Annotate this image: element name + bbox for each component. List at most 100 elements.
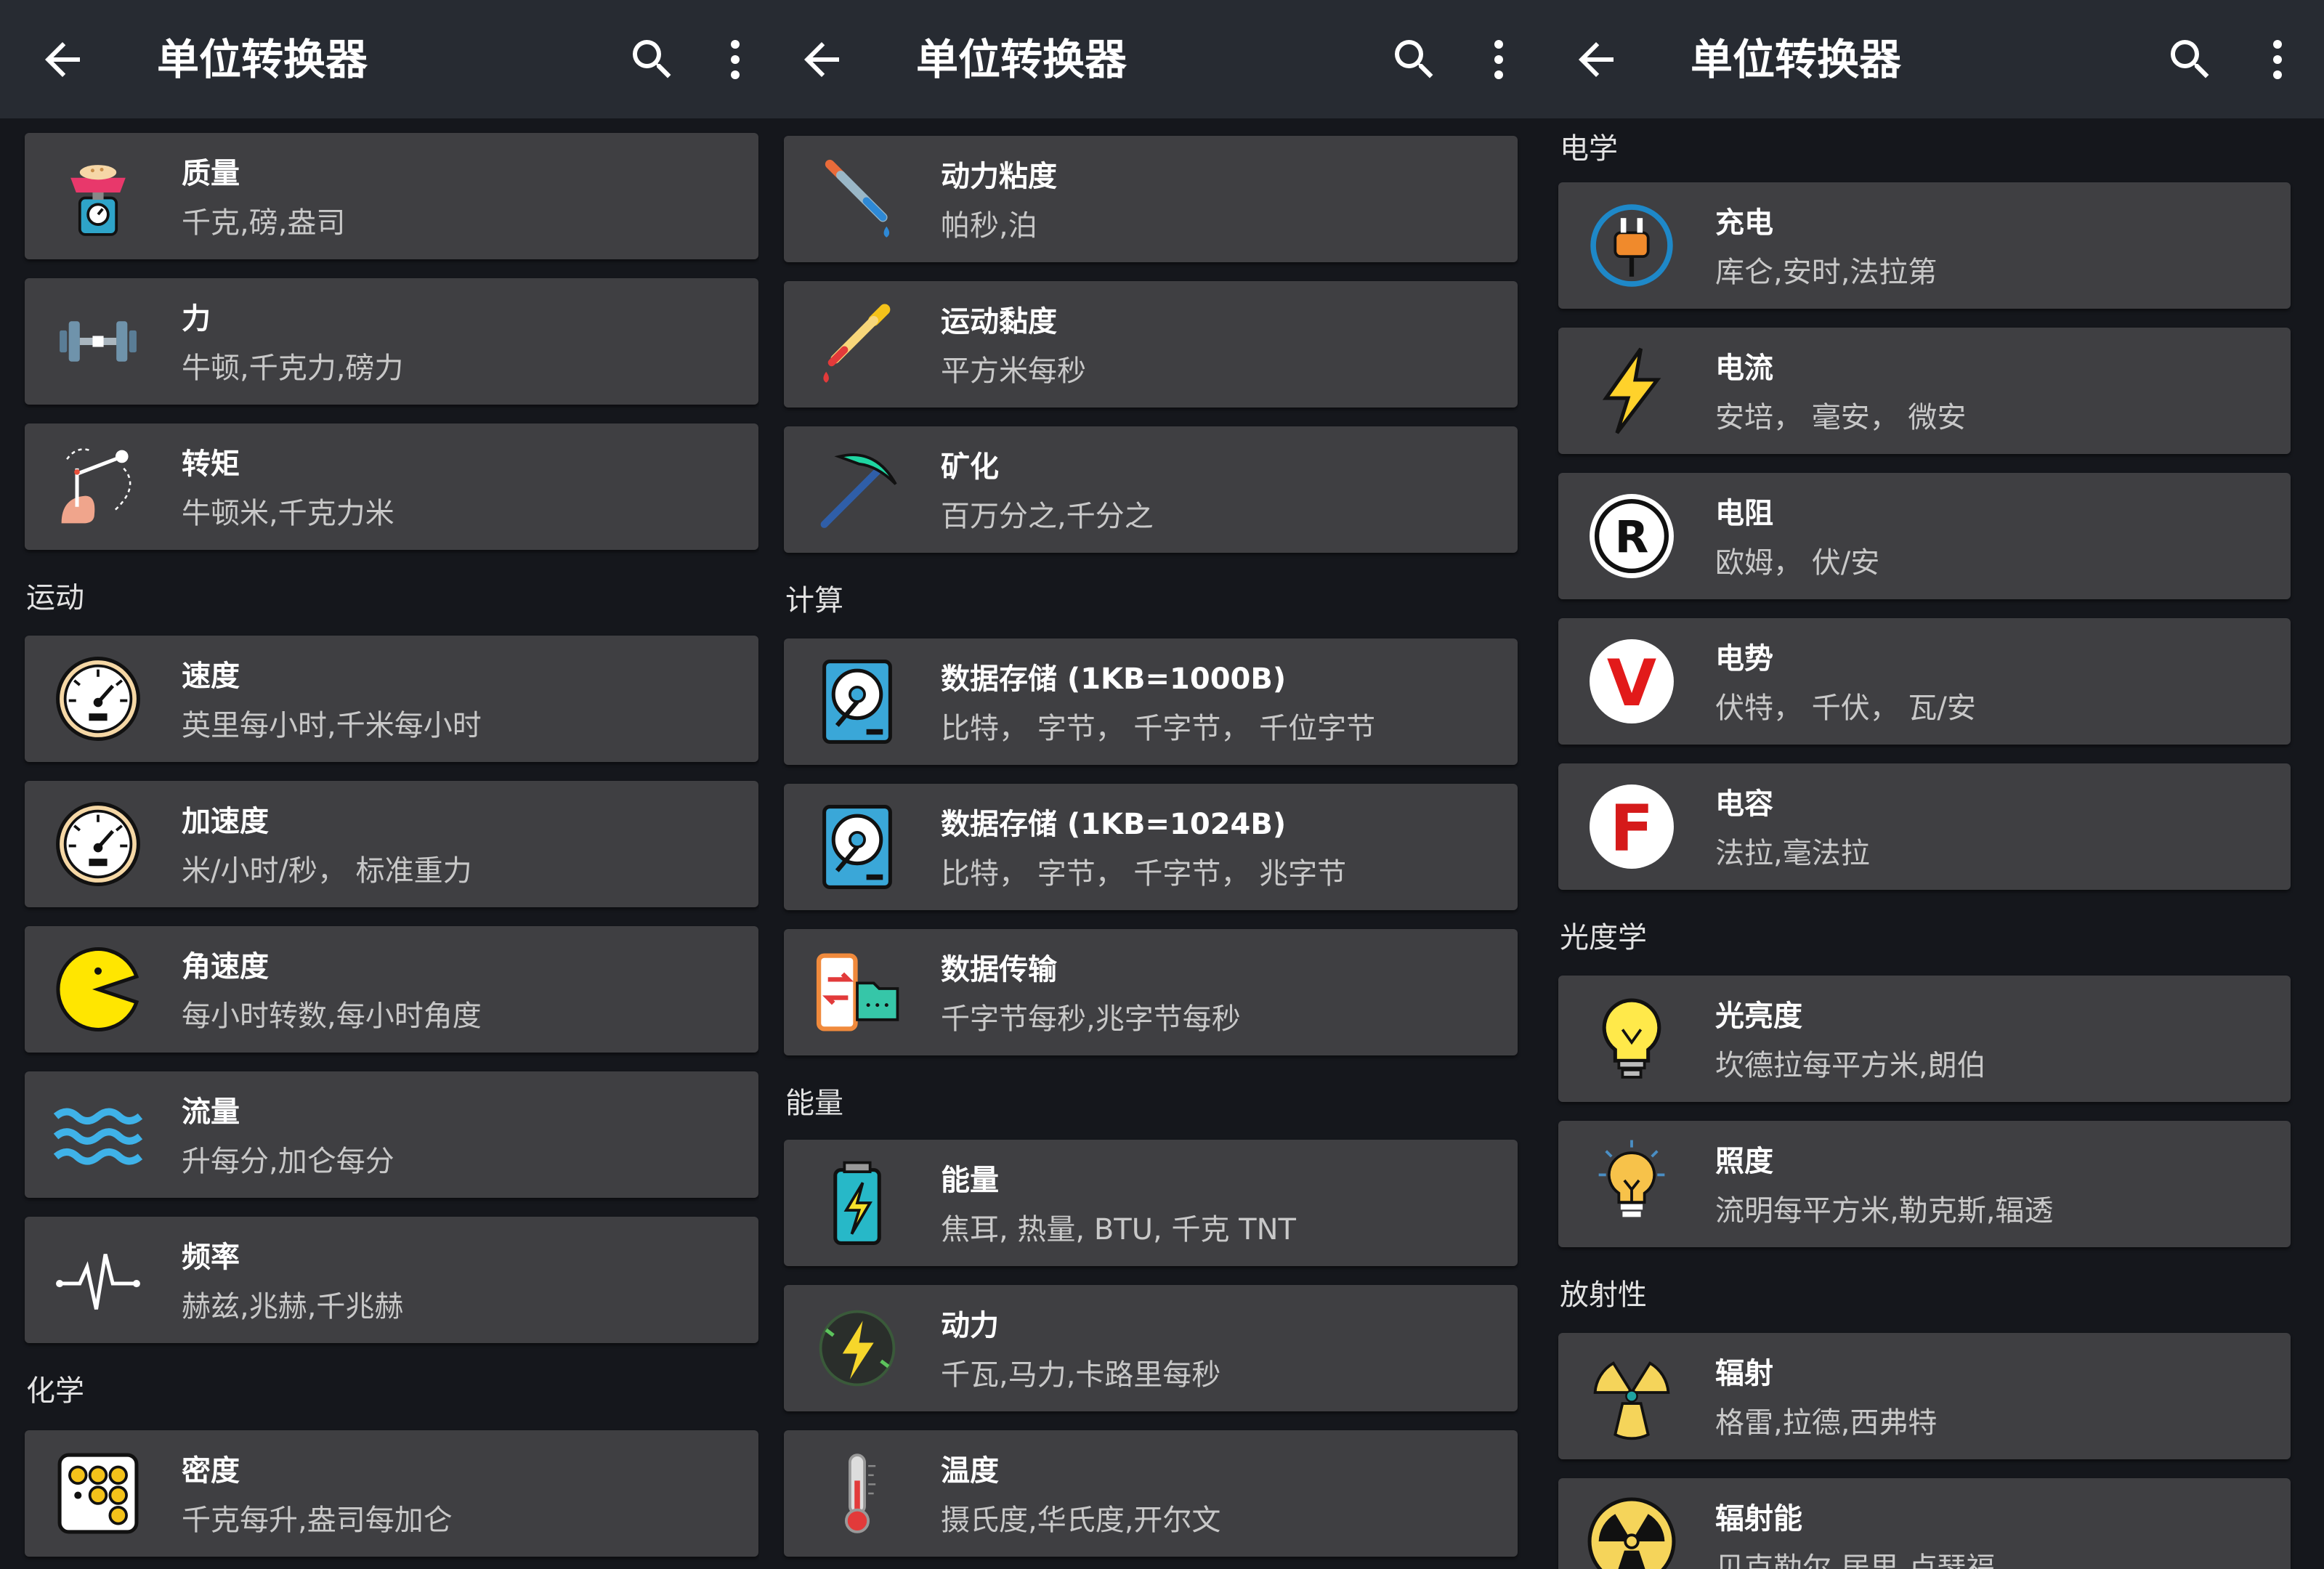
converter-name: 频率 (182, 1241, 240, 1274)
converter-card[interactable]: 运动黏度 平方米每秒 (784, 281, 1518, 408)
back-arrow-icon[interactable] (36, 33, 89, 86)
converter-units: 升每分,加仑每分 (182, 1145, 394, 1178)
converter-units: 坎德拉每平方米,朗伯 (1715, 1049, 1986, 1082)
converter-list: 动力粘度 帕秒,泊 运动黏度 平方米每秒 矿化 百万分之,千分之 计算 数据存储… (759, 118, 1534, 1569)
converter-name: 温度 (941, 1454, 999, 1488)
converter-units: 牛顿米,千克力米 (182, 497, 394, 530)
converter-card[interactable]: 速度 英里每小时,千米每小时 (25, 636, 758, 762)
section-header: 计算 (785, 584, 843, 617)
converter-card[interactable]: 数据存储 (1KB=1024B) 比特， 字节， 千字节， 兆字节 (784, 784, 1518, 910)
converter-name: 加速度 (182, 805, 269, 838)
converter-card[interactable]: 角速度 每小时转数,每小时角度 (25, 926, 758, 1053)
converter-units: 安培， 毫安， 微安 (1715, 401, 1967, 434)
converter-card[interactable]: 电流 安培， 毫安， 微安 (1558, 328, 2291, 454)
converter-card[interactable]: 密度 千克每升,盎司每加仑 (25, 1430, 758, 1557)
converter-name: 转矩 (182, 447, 240, 481)
converter-units: 焦耳, 热量, BTU, 千克 TNT (941, 1213, 1296, 1246)
converter-units: 牛顿,千克力,磅力 (182, 352, 404, 385)
dropper-red-icon (811, 299, 903, 390)
radiation-icon (1586, 1350, 1677, 1442)
section-header: 放射性 (1560, 1278, 1647, 1312)
converter-name: 电容 (1715, 787, 1773, 821)
svg-text:R: R (1615, 513, 1649, 564)
more-options-icon[interactable] (709, 33, 759, 86)
converter-name: 数据存储 (1KB=1000B) (941, 662, 1287, 696)
more-options-icon[interactable] (2251, 33, 2304, 86)
converter-units: 格雷,拉德,西弗特 (1715, 1406, 1938, 1440)
screen-2: 单位转换器 动力粘度 帕秒,泊 运动黏度 平方米每秒 矿化 百万分之,千分之 计… (759, 0, 1534, 1569)
converter-units: 比特， 字节， 千字节， 兆字节 (941, 857, 1347, 891)
converter-name: 辐射能 (1715, 1502, 1802, 1536)
converter-name: 电阻 (1715, 497, 1773, 530)
converter-card[interactable]: 矿化 百万分之,千分之 (784, 426, 1518, 553)
converter-card[interactable]: 数据传输 千字节每秒,兆字节每秒 (784, 929, 1518, 1055)
section-header: 化学 (26, 1374, 84, 1408)
app-bar: 单位转换器 (1534, 0, 2324, 118)
back-arrow-icon[interactable] (795, 33, 848, 86)
converter-units: 库仑,安时,法拉第 (1715, 256, 1938, 289)
back-arrow-icon[interactable] (1570, 33, 1622, 86)
hard-disk-icon (811, 801, 903, 893)
r-badge-icon: R (1586, 490, 1677, 582)
converter-units: 流明每平方米,勒克斯,辐透 (1715, 1194, 2054, 1228)
page-title: 单位转换器 (916, 35, 1127, 84)
power-bolt-icon (811, 1302, 903, 1394)
converter-units: 比特， 字节， 千字节， 千位字节 (941, 712, 1376, 745)
screen-3: 单位转换器 电学 充电 库仑,安时,法拉第 电流 安培， 毫安， 微安 R 电阻… (1534, 0, 2324, 1569)
converter-card[interactable]: 质量 千克,磅,盎司 (25, 133, 758, 259)
converter-name: 密度 (182, 1454, 240, 1488)
thermometer-icon (811, 1448, 903, 1539)
converter-card[interactable]: 力 牛顿,千克力,磅力 (25, 278, 758, 405)
converter-card[interactable]: 动力 千瓦,马力,卡路里每秒 (784, 1285, 1518, 1411)
converter-card[interactable]: 动力粘度 帕秒,泊 (784, 136, 1518, 262)
converter-card[interactable]: 辐射能 贝克勒尔,居里,卢瑟福 (1558, 1478, 2291, 1569)
converter-units: 千克,磅,盎司 (182, 206, 346, 240)
page-title: 单位转换器 (1691, 35, 1902, 84)
converter-card[interactable]: F 电容 法拉,毫法拉 (1558, 763, 2291, 890)
converter-list: 电学 充电 库仑,安时,法拉第 电流 安培， 毫安， 微安 R 电阻 欧姆， 伏… (1534, 118, 2324, 1569)
converter-card[interactable]: 能量 焦耳, 热量, BTU, 千克 TNT (784, 1140, 1518, 1266)
converter-card[interactable]: 温度 摄氏度,华氏度,开尔文 (784, 1430, 1518, 1557)
converter-units: 伏特， 千伏， 瓦/安 (1715, 692, 1976, 725)
pickaxe-icon (811, 444, 903, 535)
converter-name: 流量 (182, 1095, 240, 1129)
torque-icon (52, 441, 144, 532)
converter-card[interactable]: 转矩 牛顿米,千克力米 (25, 423, 758, 550)
unit-converter-screens: 单位转换器 质量 千克,磅,盎司 力 牛顿,千克力,磅力 转矩 牛顿米,千克力米… (0, 0, 2324, 1569)
waves-icon (52, 1089, 144, 1180)
search-icon[interactable] (626, 33, 679, 86)
converter-card[interactable]: 光亮度 坎德拉每平方米,朗伯 (1558, 976, 2291, 1102)
converter-name: 运动黏度 (941, 305, 1057, 338)
speedometer-icon (52, 653, 144, 745)
dumbbell-icon (52, 296, 144, 387)
converter-name: 照度 (1715, 1145, 1773, 1178)
more-options-icon[interactable] (1473, 33, 1525, 86)
page-title: 单位转换器 (157, 35, 368, 84)
converter-card[interactable]: 加速度 米/小时/秒， 标准重力 (25, 781, 758, 907)
converter-card[interactable]: 数据存储 (1KB=1000B) 比特， 字节， 千字节， 千位字节 (784, 638, 1518, 765)
converter-card[interactable]: 充电 库仑,安时,法拉第 (1558, 182, 2291, 309)
converter-units: 欧姆， 伏/安 (1715, 546, 1880, 580)
app-bar: 单位转换器 (759, 0, 1534, 118)
converter-card[interactable]: 辐射 格雷,拉德,西弗特 (1558, 1333, 2291, 1459)
converter-name: 动力粘度 (941, 160, 1057, 193)
converter-card[interactable]: 频率 赫兹,兆赫,千兆赫 (25, 1217, 758, 1343)
converter-units: 贝克勒尔,居里,卢瑟福 (1715, 1552, 1996, 1569)
f-badge-icon: F (1586, 781, 1677, 872)
converter-list: 质量 千克,磅,盎司 力 牛顿,千克力,磅力 转矩 牛顿米,千克力米 运动 速度… (0, 118, 759, 1569)
svg-text:V: V (1607, 646, 1656, 721)
converter-units: 每小时转数,每小时角度 (182, 1000, 482, 1033)
converter-card[interactable]: 流量 升每分,加仑每分 (25, 1071, 758, 1198)
data-transfer-icon (811, 946, 903, 1038)
converter-units: 米/小时/秒， 标准重力 (182, 854, 472, 888)
converter-units: 帕秒,泊 (941, 209, 1037, 243)
search-icon[interactable] (2164, 33, 2216, 86)
converter-name: 速度 (182, 660, 240, 693)
converter-card[interactable]: V 电势 伏特， 千伏， 瓦/安 (1558, 618, 2291, 745)
converter-name: 光亮度 (1715, 1000, 1802, 1033)
search-icon[interactable] (1388, 33, 1441, 86)
converter-card[interactable]: R 电阻 欧姆， 伏/安 (1558, 473, 2291, 599)
converter-name: 质量 (182, 157, 240, 190)
converter-name: 辐射 (1715, 1357, 1773, 1390)
converter-card[interactable]: 照度 流明每平方米,勒克斯,辐透 (1558, 1121, 2291, 1247)
